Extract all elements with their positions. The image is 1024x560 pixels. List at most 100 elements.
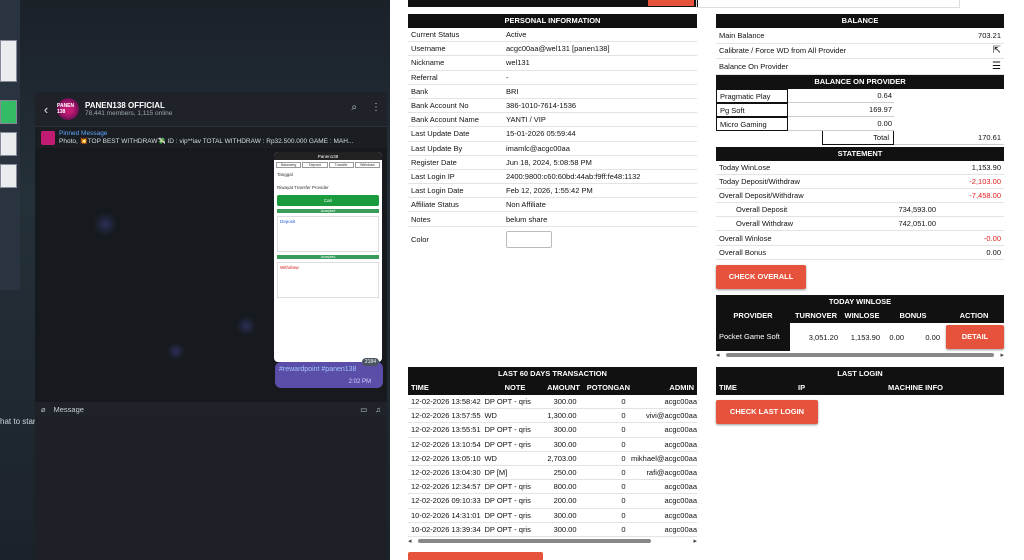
photo-card: Deposit (277, 216, 379, 252)
info-row: Username acgc00aa@wel131 [panen138] (408, 42, 697, 57)
info-label: Last Login Date (411, 186, 464, 196)
channel-avatar[interactable]: PANEN 138 (57, 98, 79, 120)
today-winlose-header: PROVIDER TURNOVER WINLOSE BONUS ACTION (716, 309, 1004, 323)
top-input[interactable] (696, 0, 960, 8)
mic-icon[interactable]: ♫ (375, 405, 381, 414)
photo-withdraw: Withdraw (280, 265, 299, 270)
note-cell: DP [M] (484, 468, 508, 478)
note-cell: DP OPT - qris (484, 482, 531, 492)
last-login-panel: LAST LOGIN TIME IP MACHINE INFO (716, 367, 1004, 395)
attach-icon[interactable]: ⌀ (41, 405, 46, 414)
statement-label: Overall Deposit/Withdraw (719, 190, 804, 200)
channel-name[interactable]: PANEN138 OFFICIAL (85, 101, 172, 110)
message-input[interactable]: Message (54, 405, 353, 414)
chat-thumbnail[interactable] (0, 40, 17, 82)
time-cell: 10-02-2026 14:31:01 (411, 510, 481, 520)
top-button[interactable] (648, 0, 694, 6)
col-header: POTONGAN (586, 383, 630, 392)
statement-label: Overall Bonus (719, 247, 767, 257)
provider-value: 0.00 (788, 117, 894, 131)
note-cell: DP OPT - qris (484, 439, 531, 449)
scroll-thumb[interactable] (418, 538, 651, 543)
info-value: Jun 18, 2024, 5:08:58 PM (506, 157, 592, 167)
admin-cell: acgc00aa (664, 510, 697, 520)
telegram-chat-window: ‹ PANEN 138 PANEN138 OFFICIAL 78,441 mem… (35, 92, 387, 560)
scroll-left-icon[interactable]: ◂ (716, 351, 720, 359)
statement-row: Today WinLose 1,153.90 (716, 161, 1004, 175)
photo-tab: Withdraw (354, 162, 380, 168)
info-row: Bank Account Name YANTI / VIP (408, 113, 697, 128)
statement-label: Overall Deposit (736, 205, 788, 215)
info-row: Notes belum share (408, 212, 697, 227)
bonus-cell: 0.00 (889, 332, 904, 342)
search-icon[interactable]: ⌕ (351, 102, 357, 113)
message-input-bar[interactable]: ⌀ Message ▭ ♫ (35, 402, 387, 416)
time-cell: 12-02-2026 12:34:57 (411, 482, 481, 492)
bottom-button[interactable] (408, 552, 543, 560)
admin-panel: PERSONAL INFORMATION Current Status Activ… (390, 0, 1024, 560)
col-header: IP (798, 383, 806, 392)
more-icon[interactable]: ⋮ (371, 102, 381, 113)
message-bubble[interactable]: #rewardpoint #panen138 2:02 PM 2184 (275, 358, 383, 388)
col-header: BONUS (899, 311, 927, 320)
pinned-message-bar[interactable]: Pinned Message Photo, 💥TOP BEST WITHDRAW… (35, 126, 387, 148)
info-label: Current Status (411, 30, 460, 40)
check-last-login-button[interactable]: CHECK LAST LOGIN (716, 400, 818, 424)
unread-badge: 2184 (361, 358, 379, 366)
back-arrow-icon[interactable]: ‹ (35, 102, 57, 117)
photo-message[interactable]: Panen138 Balancing Deposit Transfer With… (274, 152, 382, 362)
message-time: 2:02 PM (348, 379, 371, 385)
provider-value: 169.97 (788, 103, 894, 117)
photo-search-button: Cari (277, 195, 379, 206)
gif-icon[interactable]: ▭ (360, 405, 367, 414)
col-header: MACHINE INFO (888, 383, 943, 392)
message-text[interactable]: #rewardpoint #panen138 (279, 366, 356, 373)
chat-area[interactable]: Panen138 Balancing Deposit Transfer With… (35, 148, 387, 402)
horizontal-scrollbar[interactable]: ◂ ▸ (408, 537, 697, 545)
chat-header: ‹ PANEN 138 PANEN138 OFFICIAL 78,441 mem… (35, 92, 387, 126)
statement-row: Overall Deposit 734,593.00 (716, 203, 1004, 218)
table-row: 12-02-2026 13:04:30 DP [M] 250.00 0 rafi@acg… (408, 466, 697, 481)
potongan-cell: 0 (621, 482, 626, 492)
amount-cell: 250.00 (553, 468, 577, 478)
chat-thumbnail[interactable] (0, 164, 17, 188)
detail-button[interactable]: DETAIL (946, 325, 1004, 349)
photo-card: Withdraw (277, 262, 379, 298)
color-input[interactable] (506, 231, 552, 249)
potongan-cell: 0 (621, 510, 626, 520)
info-row: Affiliate Status Non Affiliate (408, 198, 697, 213)
chat-thumbnail[interactable] (0, 132, 17, 156)
info-value: belum share (506, 214, 548, 224)
calibrate-label: Calibrate / Force WD from All Provider (719, 46, 847, 56)
last-login-title: LAST LOGIN (716, 367, 1004, 381)
scroll-left-icon[interactable]: ◂ (408, 537, 412, 545)
scroll-right-icon[interactable]: ▸ (1000, 351, 1004, 359)
table-row: 12-02-2026 13:57:55 WD 1,300.00 0 vivi@acgc0… (408, 409, 697, 424)
channel-members: 78,441 members, 1,115 online (85, 110, 173, 117)
info-value: YANTI / VIP (506, 115, 546, 125)
balance-on-provider-label: Balance On Provider (719, 61, 789, 71)
col-header: TIME (719, 383, 737, 392)
note-cell: DP OPT - qris (484, 397, 531, 407)
horizontal-scrollbar[interactable]: ◂ ▸ (716, 351, 1004, 359)
info-value: 15-01-2026 05:59:44 (506, 129, 576, 139)
list-icon[interactable]: ☰ (992, 61, 1001, 72)
chat-thumbnail[interactable] (0, 100, 17, 124)
table-row: 10-02-2026 13:39:34 DP OPT - qris 300.00 0 a… (408, 523, 697, 537)
scroll-right-icon[interactable]: ▸ (693, 537, 697, 545)
info-label: Username (411, 44, 446, 54)
info-value: wel131 (506, 58, 530, 68)
check-overall-button[interactable]: CHECK OVERALL (716, 265, 806, 289)
table-row: 12-02-2026 12:34:57 DP OPT - qris 800.00 0 a… (408, 480, 697, 495)
scroll-thumb[interactable] (726, 353, 994, 357)
info-label: Last Update Date (411, 129, 470, 139)
table-row: 12-02-2026 13:10:54 DP OPT - qris 300.00 0 a… (408, 438, 697, 452)
personal-information-panel: PERSONAL INFORMATION Current Status Activ… (408, 14, 697, 253)
info-value: acgc00aa@wel131 [panen138] (506, 44, 610, 54)
provider-name: Pragmatic Play (716, 88, 788, 103)
share-icon[interactable]: ⇱ (993, 45, 1001, 56)
statement-title: STATEMENT (716, 146, 1004, 161)
info-row: Bank BRI (408, 85, 697, 99)
admin-cell: acgc00aa (664, 496, 697, 506)
admin-cell: acgc00aa (664, 439, 697, 449)
